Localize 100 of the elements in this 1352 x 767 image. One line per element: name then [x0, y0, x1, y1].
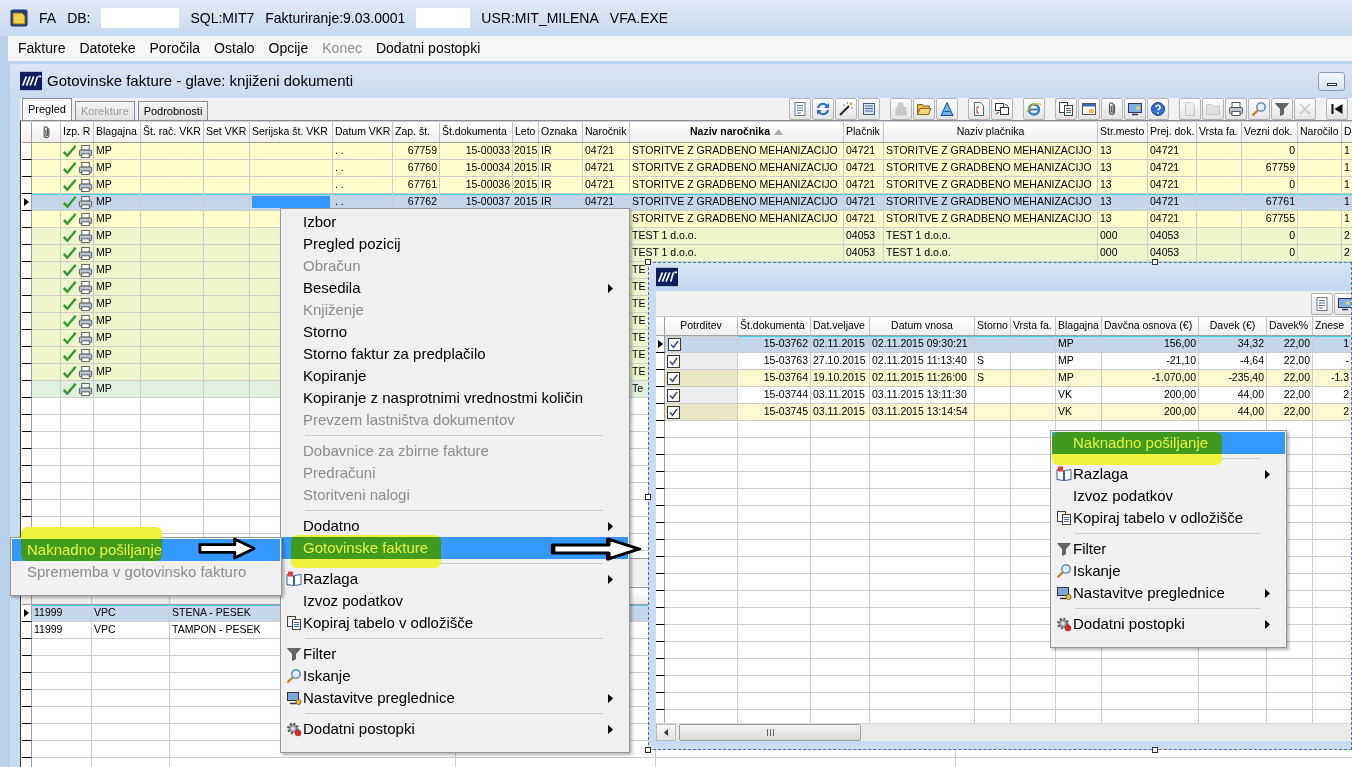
column-header[interactable]: Vrsta fa.: [1197, 122, 1242, 142]
row-header[interactable]: [22, 245, 32, 262]
column-header[interactable]: Davek (€): [1199, 317, 1267, 335]
table-row[interactable]: 15-03764 19.10.2015 02.11.2015 11:26:00 S MP -1.070,00 -235,40 22,00 -1.3: [656, 370, 1351, 387]
menu-item[interactable]: Nastavitve preglednice: [1052, 582, 1285, 604]
menu-item[interactable]: Poročila: [142, 38, 208, 59]
row-header[interactable]: [22, 313, 32, 330]
toolbar-button[interactable]: [1055, 98, 1077, 120]
toolbar-button[interactable]: [1101, 98, 1123, 120]
menu-item[interactable]: Besedila: [282, 277, 628, 299]
table-row[interactable]: MP . . 67759 15-00033 2015 IR 04721 STORITVE Z GRADBENO MEHANIZACIJO 04721 STORITVE Z GRADBENO MEHANIZACIJO 13 04721 0 1: [22, 143, 1352, 160]
row-header[interactable]: [656, 370, 665, 387]
column-header[interactable]: Serijska št. VKR: [250, 122, 333, 142]
column-header[interactable]: Znese: [1313, 317, 1351, 335]
menu-item[interactable]: Razlaga: [282, 568, 628, 590]
menu-item[interactable]: Storno faktur za predplačilo: [282, 343, 628, 365]
column-header[interactable]: Storno: [975, 317, 1011, 335]
menu-item[interactable]: Dodatno: [282, 515, 628, 537]
row-header[interactable]: [22, 330, 32, 347]
column-header[interactable]: Datum vnosa: [870, 317, 975, 335]
toolbar-button[interactable]: [991, 98, 1013, 120]
toolbar-button[interactable]: [1334, 292, 1351, 315]
toolbar-button[interactable]: [835, 98, 857, 120]
column-header[interactable]: Št. rač. VKR: [141, 122, 204, 142]
menu-item[interactable]: Razlaga: [1052, 463, 1285, 485]
menu-item[interactable]: Kopiranje z nasprotnimi vrednostmi količin: [282, 387, 628, 409]
checkbox[interactable]: [667, 371, 680, 385]
menu-item[interactable]: Kopiraj tabelo v odložišče: [1052, 507, 1285, 529]
row-header[interactable]: [22, 262, 32, 279]
column-header[interactable]: Oznaka: [539, 122, 583, 142]
menu-item[interactable]: Dodatni postopki: [1052, 613, 1285, 635]
menu-item[interactable]: Filter: [1052, 538, 1285, 560]
menu-item[interactable]: Datoteke: [72, 38, 143, 59]
column-header[interactable]: D: [1342, 122, 1352, 142]
menu-item[interactable]: Opcije: [261, 38, 316, 59]
tab[interactable]: Pregled: [22, 98, 72, 120]
column-header[interactable]: Vezni dok.: [1242, 122, 1298, 142]
toolbar-button[interactable]: [1147, 98, 1169, 120]
row-header[interactable]: [22, 622, 32, 639]
menu-item[interactable]: Iskanje: [282, 665, 628, 687]
menu-item[interactable]: Dodatni postopki: [368, 38, 488, 59]
row-header[interactable]: [656, 387, 665, 404]
menu-item[interactable]: Dodatni postopki: [282, 718, 628, 740]
row-header[interactable]: [22, 194, 32, 211]
column-header[interactable]: Blagajna: [94, 122, 141, 142]
column-header[interactable]: Vrsta fa.: [1011, 317, 1056, 335]
minimize-button[interactable]: [1318, 71, 1345, 91]
checkbox[interactable]: [667, 388, 680, 402]
column-header[interactable]: Davčna osnova (€): [1102, 317, 1199, 335]
menu-item[interactable]: Storno: [282, 321, 628, 343]
column-header[interactable]: Dat.veljave: [811, 317, 870, 335]
table-row[interactable]: MP . . 67760 15-00034 2015 IR 04721 STORITVE Z GRADBENO MEHANIZACIJO 04721 STORITVE Z GRADBENO MEHANIZACIJO 13 04721 67759 1: [22, 160, 1352, 177]
resize-handle[interactable]: [1152, 259, 1158, 265]
toolbar-button[interactable]: [858, 98, 880, 120]
row-header[interactable]: [656, 336, 665, 353]
menu-item[interactable]: Fakture: [11, 38, 73, 59]
checkbox[interactable]: [668, 338, 681, 351]
toolbar-button[interactable]: [1078, 98, 1100, 120]
column-header[interactable]: Leto: [513, 122, 539, 142]
table-row[interactable]: MP . . 67762 15-00037 2015 IR 04721 STORITVE Z GRADBENO MEHANIZACIJO 04721 STORITVE Z GRADBENO MEHANIZACIJO 13 04721 67761 1: [22, 194, 1352, 211]
table-row[interactable]: 15-03744 03.11.2015 03.11.2015 13:11:30 VK 200,00 44,00 22,00 2: [656, 387, 1351, 404]
column-header[interactable]: Št.dokumenta: [738, 317, 811, 335]
table-row[interactable]: 15-03762 02.11.2015 02.11.2015 09:30:21 MP 156,00 34,32 22,00 1: [656, 336, 1351, 353]
column-header[interactable]: Datum VKR: [333, 122, 393, 142]
row-header[interactable]: [656, 353, 665, 370]
menu-item[interactable]: Filter: [282, 643, 628, 665]
checkbox[interactable]: [667, 354, 680, 368]
row-header[interactable]: [22, 143, 32, 160]
row-header[interactable]: [22, 347, 32, 364]
column-header[interactable]: Set VKR: [204, 122, 250, 142]
column-header[interactable]: Plačnik: [844, 122, 884, 142]
row-header[interactable]: [22, 177, 32, 194]
column-header[interactable]: Naziv naročnika: [630, 122, 844, 142]
column-header[interactable]: Naročnik: [583, 122, 630, 142]
column-header[interactable]: Potrditev: [665, 317, 738, 335]
resize-handle[interactable]: [1152, 747, 1158, 753]
row-header[interactable]: [22, 211, 32, 228]
resize-handle[interactable]: [645, 259, 651, 265]
toolbar-button[interactable]: [1326, 98, 1348, 120]
menu-item[interactable]: Ostalo: [207, 38, 262, 59]
row-header[interactable]: [22, 364, 32, 381]
column-header[interactable]: Davek%: [1267, 317, 1313, 335]
row-header[interactable]: [22, 381, 32, 398]
column-header[interactable]: Blagajna: [1056, 317, 1102, 335]
scrollbar-thumb[interactable]: [679, 724, 861, 741]
menu-item[interactable]: Iskanje: [1052, 560, 1285, 582]
resize-handle[interactable]: [645, 494, 651, 500]
checkbox[interactable]: [667, 405, 680, 419]
row-header[interactable]: [22, 279, 32, 296]
toolbar-button[interactable]: [1124, 98, 1146, 120]
row-header[interactable]: [22, 296, 32, 313]
column-header[interactable]: Zap. št.: [393, 122, 440, 142]
column-header[interactable]: Izp. R: [61, 122, 94, 142]
resize-handle[interactable]: [645, 747, 651, 753]
column-header[interactable]: Prej. dok.: [1148, 122, 1197, 142]
column-header[interactable]: Št.dokumenta: [440, 122, 513, 142]
row-header[interactable]: [22, 228, 32, 245]
row-header[interactable]: [22, 160, 32, 177]
column-header[interactable]: Naročilo: [1298, 122, 1342, 142]
column-header[interactable]: Str.mesto: [1098, 122, 1148, 142]
